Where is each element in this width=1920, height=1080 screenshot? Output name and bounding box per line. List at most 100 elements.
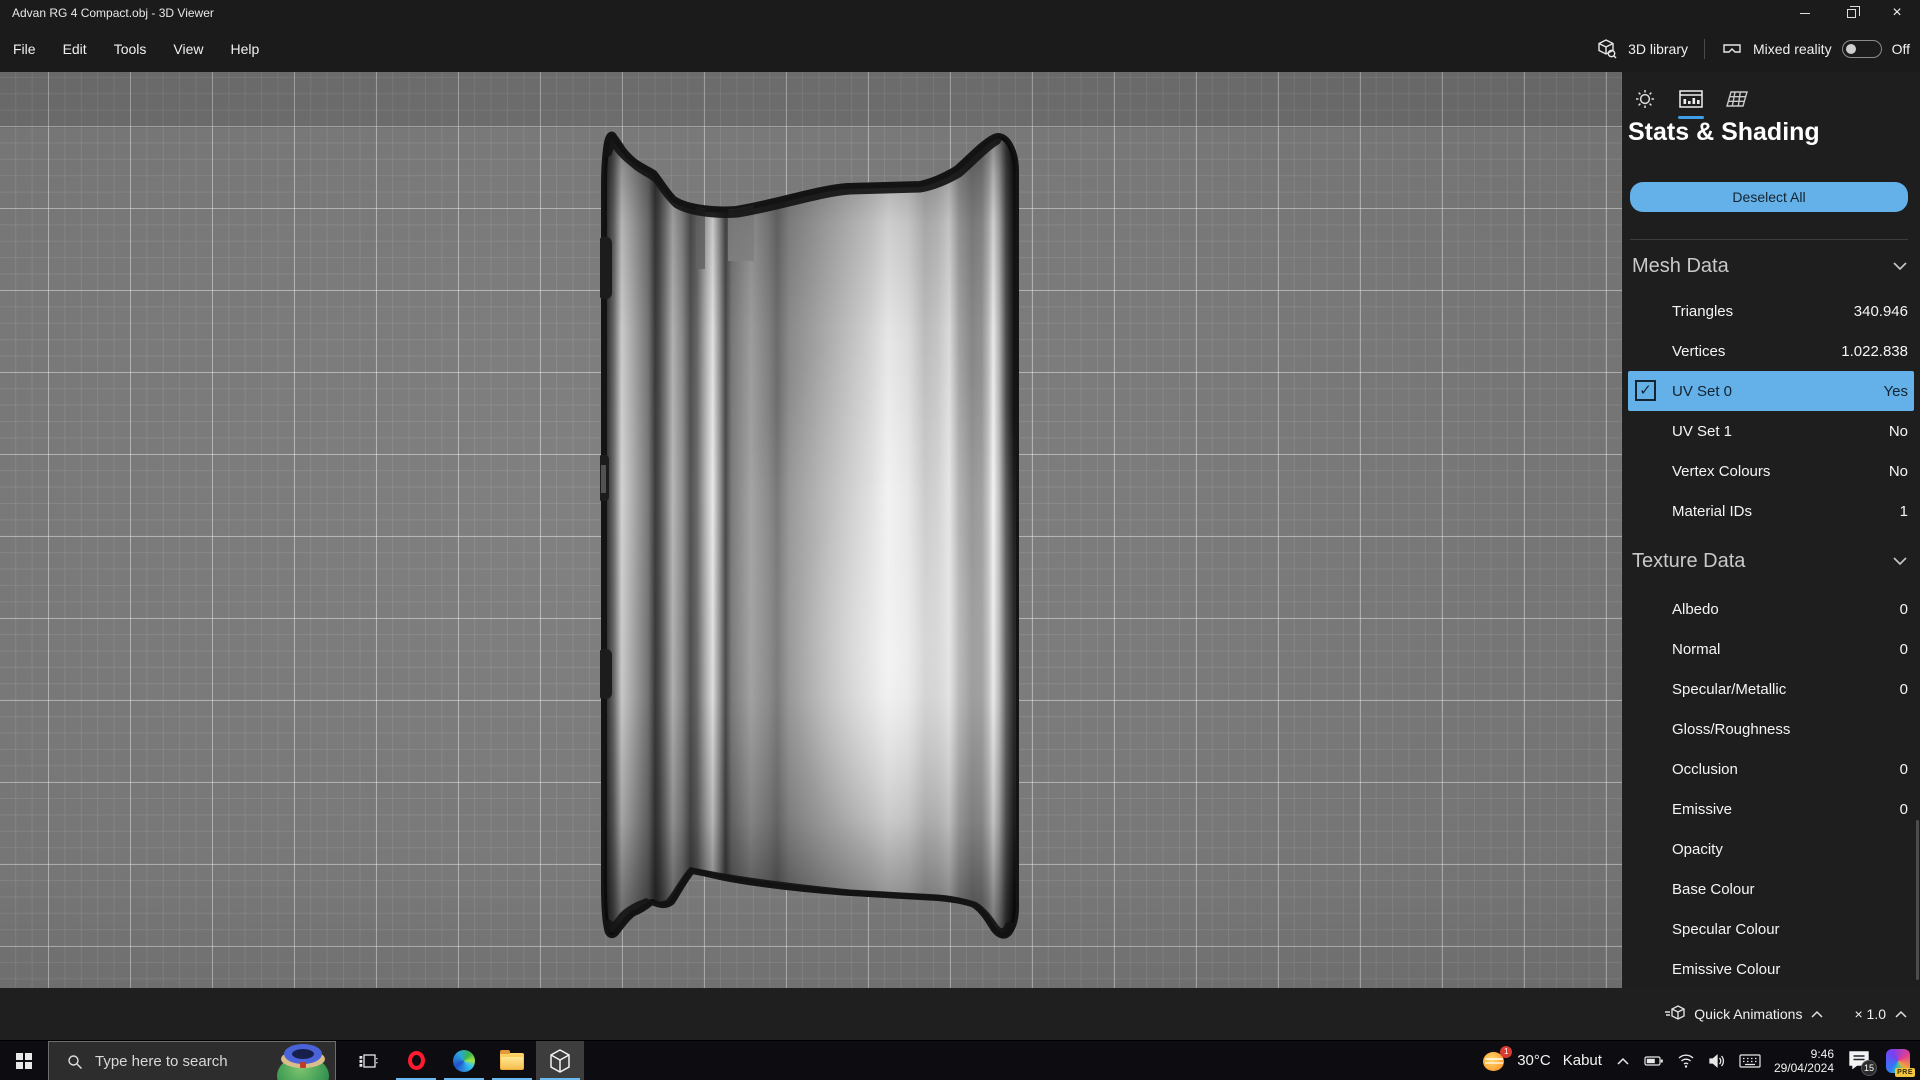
animation-speed-value[interactable]: × 1.0 — [1854, 1006, 1886, 1022]
copilot-preview-badge: PRE — [1895, 1068, 1915, 1077]
bottom-strip: Quick Animations × 1.0 — [0, 988, 1920, 1040]
stat-value: No — [1889, 463, 1908, 480]
taskbar: 1 30°C Kabut — [0, 1040, 1920, 1080]
row-albedo[interactable]: Albedo 0 — [1628, 589, 1914, 629]
row-specular-colour[interactable]: Specular Colour — [1628, 909, 1914, 949]
3d-library-button[interactable]: 3D library — [1628, 41, 1688, 57]
row-gloss-roughness[interactable]: Gloss/Roughness — [1628, 709, 1914, 749]
panel-divider — [1630, 239, 1908, 240]
weather-icon: 1 — [1483, 1049, 1509, 1073]
tray-chevron-up-icon[interactable] — [1615, 1055, 1631, 1067]
window-title: Advan RG 4 Compact.obj - 3D Viewer — [0, 6, 214, 20]
taskbar-search[interactable] — [48, 1041, 336, 1080]
close-button[interactable]: × — [1874, 0, 1920, 26]
opera-icon — [408, 1051, 425, 1070]
row-specular-metallic[interactable]: Specular/Metallic 0 — [1628, 669, 1914, 709]
date: 29/04/2024 — [1774, 1061, 1834, 1075]
minimize-icon — [1800, 13, 1810, 14]
windows-logo-icon — [16, 1053, 32, 1069]
menubar: File Edit Tools View Help 3D library Mix… — [0, 26, 1920, 72]
wifi-icon[interactable] — [1677, 1052, 1695, 1069]
search-input[interactable] — [93, 1052, 263, 1071]
restore-button[interactable] — [1828, 0, 1874, 26]
checkbox-checked[interactable]: ✓ — [1635, 380, 1656, 401]
time: 9:46 — [1774, 1047, 1834, 1061]
chevron-up-icon[interactable] — [1894, 1010, 1908, 1019]
quick-animations-button[interactable]: Quick Animations — [1694, 1006, 1802, 1022]
volume-icon[interactable] — [1708, 1053, 1726, 1069]
row-vertex-colours[interactable]: Vertex Colours No — [1628, 451, 1914, 491]
mixed-reality-icon — [1721, 38, 1743, 60]
search-icon — [67, 1054, 83, 1070]
file-explorer-icon — [500, 1053, 524, 1070]
stat-value: 0 — [1900, 761, 1908, 778]
stat-value: 0 — [1900, 681, 1908, 698]
search-highlight-image[interactable] — [271, 1042, 335, 1080]
screen: Advan RG 4 Compact.obj - 3D Viewer × Fil… — [0, 0, 1920, 1080]
restore-icon — [1847, 9, 1856, 18]
window-controls: × — [1782, 0, 1920, 26]
menu-file[interactable]: File — [13, 35, 36, 63]
texture-data-header[interactable]: Texture Data — [1632, 543, 1908, 579]
menu-tools[interactable]: Tools — [114, 35, 147, 63]
tab-wireframe-grid[interactable] — [1722, 82, 1752, 116]
3d-viewer-cube-icon — [548, 1048, 572, 1074]
notification-badge: 15 — [1861, 1060, 1877, 1076]
clock[interactable]: 9:46 29/04/2024 — [1774, 1047, 1834, 1075]
row-emissive-colour[interactable]: Emissive Colour — [1628, 949, 1914, 988]
panel-scrollbar[interactable] — [1916, 820, 1919, 980]
edge-icon — [453, 1050, 475, 1072]
quick-animations-bar: Quick Animations × 1.0 — [1660, 988, 1912, 1040]
menu-help[interactable]: Help — [230, 35, 259, 63]
row-base-colour[interactable]: Base Colour — [1628, 869, 1914, 909]
stat-value: 1 — [1900, 503, 1908, 520]
stat-label: Gloss/Roughness — [1628, 721, 1790, 738]
check-icon: ✓ — [1639, 383, 1652, 398]
taskbar-app-opera[interactable] — [392, 1041, 440, 1080]
row-normal[interactable]: Normal 0 — [1628, 629, 1914, 669]
deselect-all-button[interactable]: Deselect All — [1630, 182, 1908, 212]
mesh-data-header[interactable]: Mesh Data — [1632, 248, 1908, 284]
stat-label: Vertex Colours — [1628, 463, 1770, 480]
row-vertices[interactable]: Vertices 1.022.838 — [1628, 331, 1914, 371]
close-icon: × — [1892, 5, 1901, 21]
tab-lighting[interactable] — [1630, 82, 1660, 116]
row-emissive[interactable]: Emissive 0 — [1628, 789, 1914, 829]
chevron-up-icon[interactable] — [1810, 1010, 1824, 1019]
mixed-reality-label: Mixed reality — [1753, 41, 1832, 57]
mixed-reality-state: Off — [1892, 41, 1910, 57]
row-uv-set-1[interactable]: UV Set 1 No — [1628, 411, 1914, 451]
stat-label: Material IDs — [1628, 503, 1752, 520]
touch-keyboard-icon[interactable] — [1739, 1053, 1761, 1069]
taskbar-app-file-explorer[interactable] — [488, 1041, 536, 1080]
row-occlusion[interactable]: Occlusion 0 — [1628, 749, 1914, 789]
row-triangles[interactable]: Triangles 340.946 — [1628, 291, 1914, 331]
stat-label: Opacity — [1628, 841, 1723, 858]
menu-edit[interactable]: Edit — [63, 35, 87, 63]
minimize-button[interactable] — [1782, 0, 1828, 26]
quick-animations-icon — [1664, 1004, 1686, 1024]
taskbar-app-3d-viewer-active[interactable] — [536, 1041, 584, 1080]
stat-label: UV Set 1 — [1628, 423, 1732, 440]
row-opacity[interactable]: Opacity — [1628, 829, 1914, 869]
temperature: 30°C — [1517, 1052, 1551, 1069]
row-uv-set-0-selected[interactable]: ✓ UV Set 0 Yes — [1628, 371, 1914, 411]
row-material-ids[interactable]: Material IDs 1 — [1628, 491, 1914, 531]
weather-widget[interactable]: 1 30°C Kabut — [1483, 1049, 1602, 1073]
panel-title: Stats & Shading — [1628, 118, 1820, 147]
mesh-data-title: Mesh Data — [1632, 255, 1729, 278]
copilot-button[interactable]: PRE — [1886, 1049, 1910, 1073]
battery-icon[interactable] — [1644, 1052, 1664, 1070]
task-view-button[interactable] — [344, 1041, 392, 1080]
stat-label: Normal — [1628, 641, 1720, 658]
start-button[interactable] — [0, 1041, 48, 1080]
stats-shading-panel: Stats & Shading Deselect All Mesh Data T… — [1622, 72, 1920, 988]
notification-center-button[interactable]: 15 — [1847, 1049, 1873, 1073]
grid-icon — [1724, 87, 1750, 111]
mixed-reality-toggle[interactable] — [1842, 40, 1882, 58]
taskbar-app-edge[interactable] — [440, 1041, 488, 1080]
stats-chart-icon — [1678, 87, 1704, 111]
menu-view[interactable]: View — [173, 35, 203, 63]
menubar-separator — [1704, 39, 1705, 59]
tab-stats-shading[interactable] — [1676, 82, 1706, 116]
